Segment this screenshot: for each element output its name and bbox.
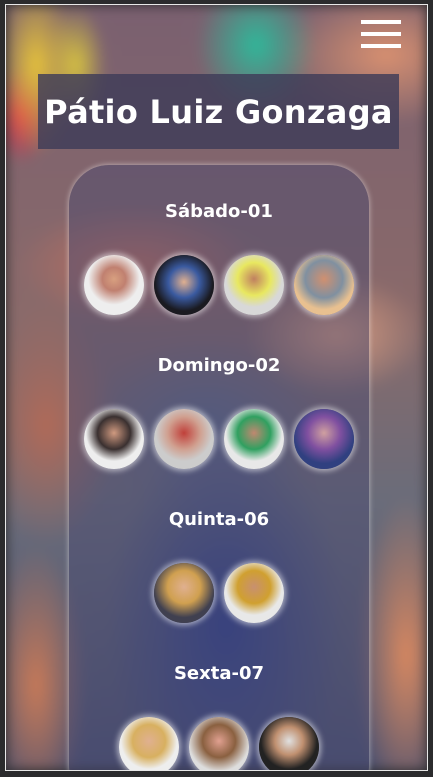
artist-avatar[interactable] xyxy=(224,255,284,315)
artist-avatar[interactable] xyxy=(154,409,214,469)
artist-avatar[interactable] xyxy=(189,717,249,770)
day-section: Sexta-07 xyxy=(69,662,369,770)
page-frame: Pátio Luiz Gonzaga Sábado-01 Domingo-02 … xyxy=(5,4,428,771)
artist-avatar[interactable] xyxy=(259,717,319,770)
title-banner: Pátio Luiz Gonzaga xyxy=(38,74,399,149)
day-section: Quinta-06 xyxy=(69,508,369,623)
artist-avatar[interactable] xyxy=(154,563,214,623)
day-label: Sábado-01 xyxy=(165,201,273,222)
schedule-card: Sábado-01 Domingo-02 Quinta-06 Sexta-07 xyxy=(69,165,369,770)
hamburger-menu-icon[interactable] xyxy=(361,20,401,48)
artist-avatar[interactable] xyxy=(119,717,179,770)
day-label: Domingo-02 xyxy=(157,355,281,376)
artist-avatar[interactable] xyxy=(294,255,354,315)
day-label: Quinta-06 xyxy=(168,509,270,530)
artist-avatar[interactable] xyxy=(224,409,284,469)
day-label: Sexta-07 xyxy=(173,663,265,684)
day-section: Domingo-02 xyxy=(69,354,369,469)
artist-avatar[interactable] xyxy=(84,409,144,469)
artist-avatar[interactable] xyxy=(294,409,354,469)
page-title: Pátio Luiz Gonzaga xyxy=(44,92,393,131)
day-section: Sábado-01 xyxy=(69,200,369,315)
artist-avatar[interactable] xyxy=(224,563,284,623)
artist-avatar[interactable] xyxy=(84,255,144,315)
artist-avatar[interactable] xyxy=(154,255,214,315)
